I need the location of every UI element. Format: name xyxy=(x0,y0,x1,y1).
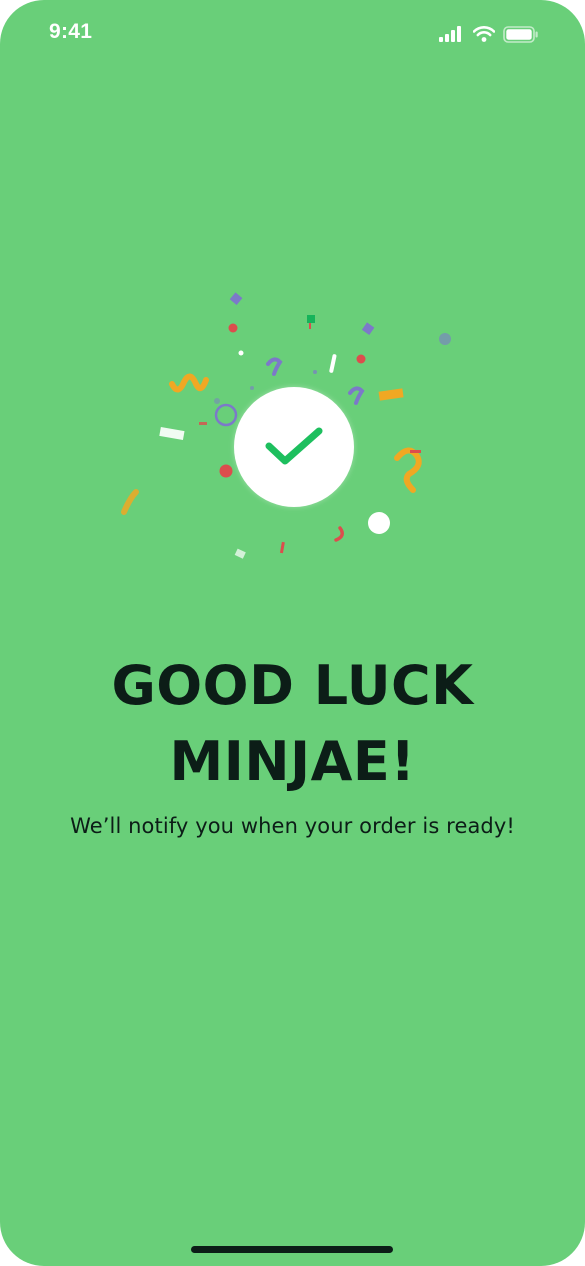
notify-message: We’ll notify you when your order is read… xyxy=(70,814,515,838)
status-icons xyxy=(439,24,539,44)
celebration-animation xyxy=(100,280,480,570)
headline: GOOD LUCK MINJAE! xyxy=(0,648,585,800)
status-time: 9:41 xyxy=(49,20,93,43)
wifi-icon xyxy=(473,26,495,42)
status-bar: 9:41 xyxy=(0,0,585,68)
home-indicator[interactable] xyxy=(191,1246,393,1253)
battery-icon xyxy=(503,25,538,43)
success-badge xyxy=(234,387,354,507)
headline-line-1: GOOD LUCK xyxy=(111,654,474,717)
checkmark-icon xyxy=(265,427,323,465)
order-confirmation-screen: 9:41 GOOD LUCK MINJAE! We’ll notify you … xyxy=(0,0,585,1266)
headline-line-2: MINJAE! xyxy=(169,730,416,793)
signal-icon xyxy=(439,26,461,42)
